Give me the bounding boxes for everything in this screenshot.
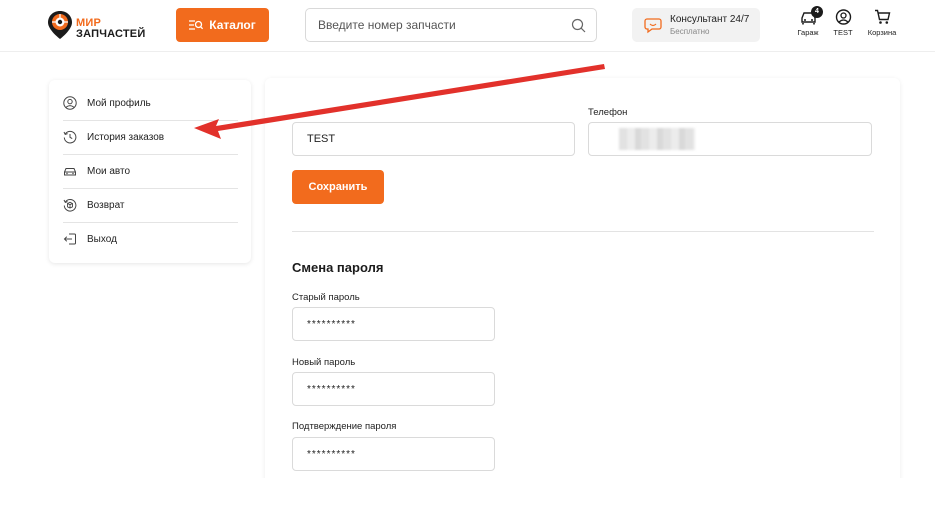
search-icon[interactable] [571, 18, 586, 33]
phone-value-blurred [619, 128, 695, 150]
logo[interactable]: МИР ЗАПЧАСТЕЙ [47, 9, 147, 43]
car-icon [64, 168, 76, 176]
sidebar-item-return[interactable]: Возврат [63, 188, 238, 222]
cart-icon [874, 9, 890, 24]
sidebar-item-label: Мои авто [87, 165, 131, 177]
sidebar-item-my-cars[interactable]: Мои авто [63, 154, 238, 188]
name-value: TEST [307, 133, 336, 145]
logo-pin-icon [48, 11, 72, 39]
catalog-label: Каталог [209, 18, 256, 32]
consultant-button[interactable]: Консультант 24/7 Бесплатно [632, 8, 760, 42]
consultant-subtitle: Бесплатно [670, 27, 710, 36]
bottom-margin [0, 478, 935, 514]
name-field[interactable]: TEST [292, 122, 575, 156]
history-icon [63, 130, 77, 144]
garage-label: Гараж [797, 28, 819, 37]
profile-sidebar: Мой профиль История заказов Мои авто Воз… [49, 80, 251, 263]
section-divider [292, 231, 874, 232]
old-password-field[interactable]: ********** [292, 307, 495, 341]
confirm-password-field[interactable]: ********** [292, 437, 495, 471]
sidebar-item-logout[interactable]: Выход [63, 222, 238, 256]
confirm-password-value: ********** [307, 448, 356, 460]
password-section-title: Смена пароля [292, 260, 384, 275]
old-password-value: ********** [307, 318, 356, 330]
cart-label: Корзина [867, 28, 897, 37]
user-label: TEST [833, 28, 853, 37]
user-button[interactable]: TEST [832, 9, 854, 37]
sidebar-item-label: Возврат [87, 199, 125, 211]
garage-button[interactable]: 4 Гараж [795, 6, 823, 37]
search-input[interactable] [318, 9, 558, 41]
consultant-title: Консультант 24/7 [670, 14, 750, 25]
phone-label: Телефон [588, 107, 628, 118]
user-circle-icon [63, 96, 77, 110]
user-circle-icon [835, 9, 851, 25]
sidebar-item-label: Мой профиль [87, 97, 151, 109]
sidebar-item-order-history[interactable]: История заказов [63, 120, 238, 154]
header: МИР ЗАПЧАСТЕЙ Каталог Консультант 24/7 Б… [0, 0, 935, 52]
sidebar-item-label: Выход [87, 233, 117, 245]
save-button[interactable]: Сохранить [292, 170, 384, 204]
confirm-password-label: Подтверждение пароля [292, 421, 397, 432]
new-password-field[interactable]: ********** [292, 372, 495, 406]
logo-line2: ЗАПЧАСТЕЙ [76, 28, 146, 40]
garage-count-badge: 4 [811, 6, 823, 18]
chat-bubble-icon [644, 18, 662, 34]
cart-button[interactable]: Корзина [865, 9, 899, 37]
old-password-label: Старый пароль [292, 292, 360, 303]
search-box [305, 8, 597, 42]
sidebar-item-label: История заказов [87, 131, 165, 143]
sidebar-item-profile[interactable]: Мой профиль [63, 86, 238, 120]
catalog-button[interactable]: Каталог [176, 8, 269, 42]
return-box-icon [63, 198, 77, 212]
new-password-value: ********** [307, 383, 356, 395]
catalog-search-icon [189, 20, 204, 30]
new-password-label: Новый пароль [292, 357, 356, 368]
profile-form-card: TEST Телефон Сохранить Смена пароля Стар… [265, 78, 900, 498]
phone-field[interactable] [588, 122, 872, 156]
logout-icon [63, 233, 76, 245]
logo-text: МИР ЗАПЧАСТЕЙ [76, 18, 145, 40]
